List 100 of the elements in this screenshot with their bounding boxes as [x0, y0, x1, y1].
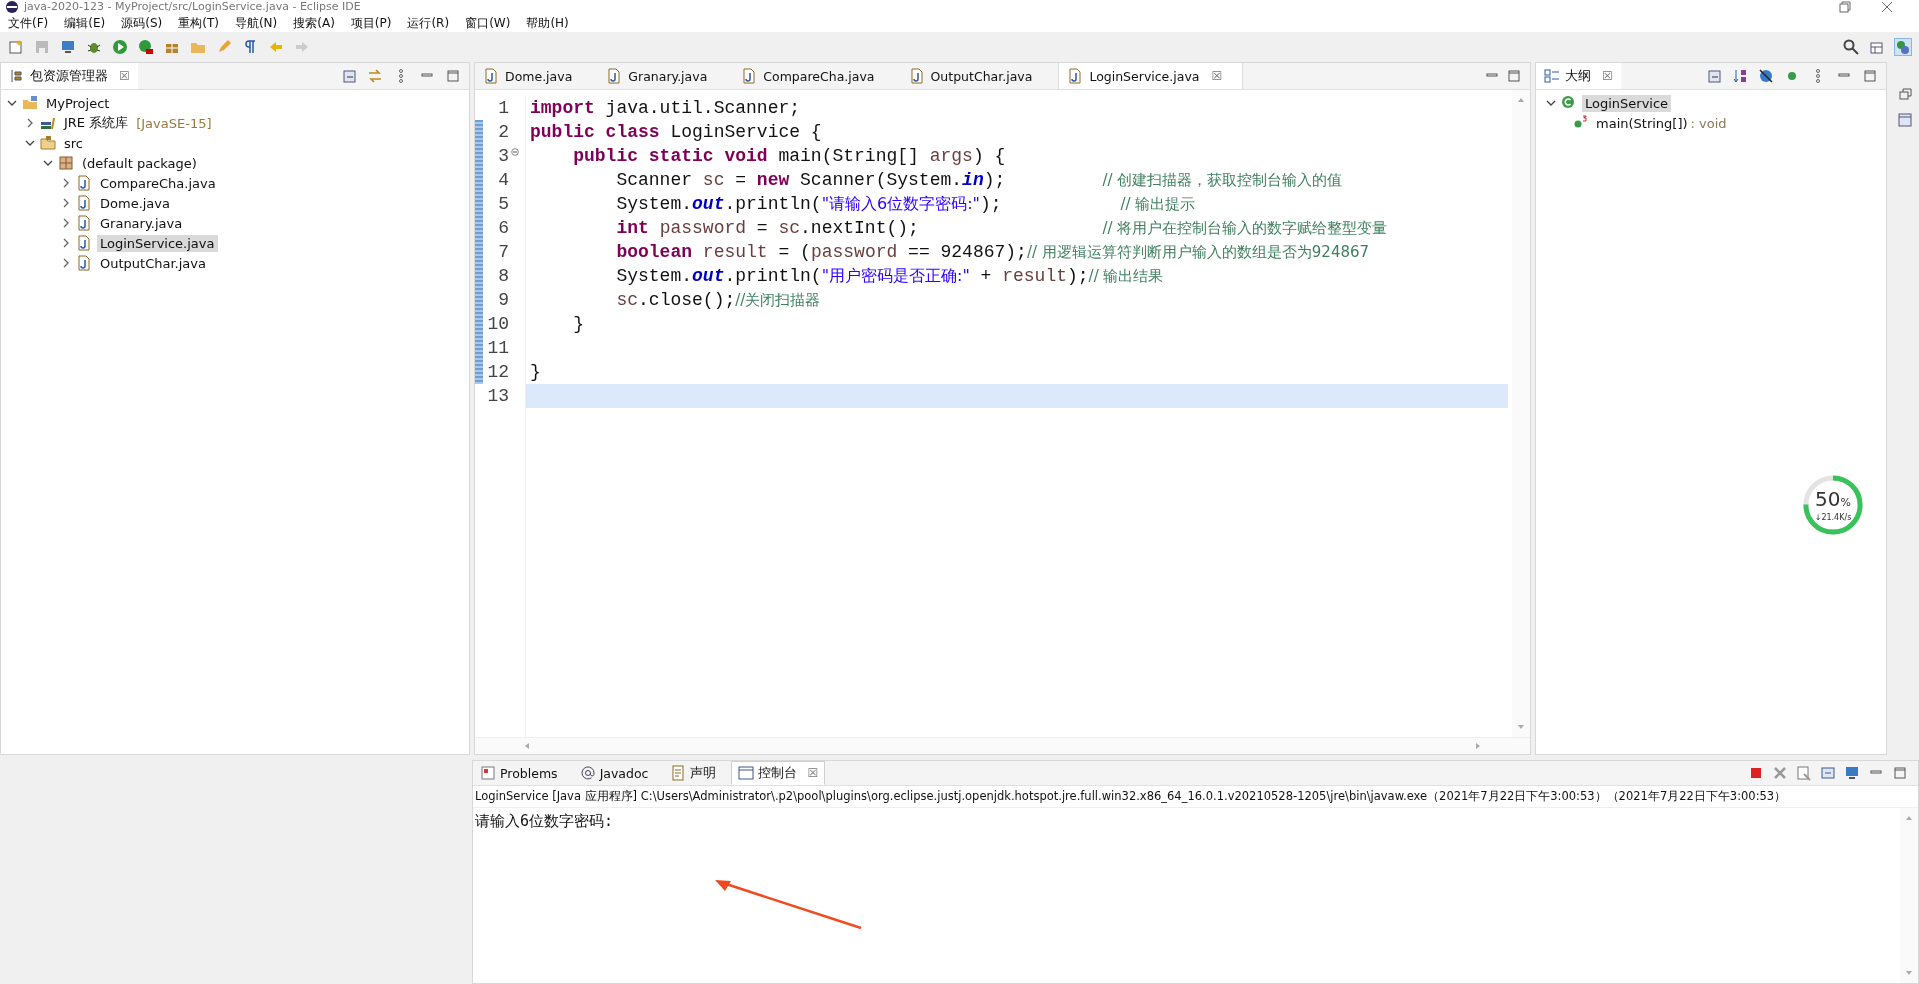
clear-console-icon[interactable]	[1796, 765, 1812, 781]
play-icon[interactable]	[112, 39, 128, 55]
chevron-right-icon[interactable]	[61, 178, 71, 188]
at-sign-icon	[579, 765, 596, 781]
menu-item[interactable]: 文件(F)	[8, 14, 49, 32]
java-file-icon	[606, 68, 623, 84]
fold-icon[interactable]	[511, 148, 519, 156]
filter-icon[interactable]	[1758, 68, 1774, 84]
chevron-right-icon[interactable]	[61, 198, 71, 208]
chevron-right-icon[interactable]	[25, 118, 35, 128]
collapse-all-icon[interactable]	[341, 68, 357, 84]
close-icon[interactable]	[1881, 1, 1893, 13]
close-button[interactable]: ☒	[1211, 69, 1223, 83]
tree-item[interactable]: Granary.java	[97, 214, 186, 232]
console-tab[interactable]: Problems	[473, 761, 565, 785]
outline-item[interactable]: main(String[])	[1593, 114, 1691, 132]
outline-item[interactable]: LoginService	[1582, 94, 1672, 112]
perspective-icon[interactable]	[1869, 39, 1885, 55]
maximize-icon[interactable]	[1862, 68, 1878, 84]
close-button[interactable]: ☒	[119, 69, 130, 83]
menu-item[interactable]: 窗口(W)	[465, 14, 511, 32]
tree-item[interactable]: MyProject	[43, 94, 113, 112]
scroll-up-icon[interactable]	[1905, 814, 1913, 822]
tree-item[interactable]: OutputChar.java	[97, 254, 209, 272]
scroll-right-icon[interactable]	[1474, 742, 1482, 750]
close-button[interactable]: ☒	[807, 766, 819, 780]
scroll-left-icon[interactable]	[523, 742, 531, 750]
remove-icon[interactable]	[1772, 765, 1788, 781]
console-description: LoginService [Java 应用程序] C:\Users\Administrator\.p2\pool\plugins\org.eclipse.justj.openjdk.hotspot.jre.full.win32.x86_64_16.0.1.v20210528-1205\jre\bin\javaw.exe（2021年7月22日下午3:00:53）（2021年7月22日下午3:00:53）	[473, 786, 1918, 808]
menu-item[interactable]: 搜索(A)	[293, 14, 335, 32]
tree-item[interactable]: JRE 系统库	[61, 113, 132, 133]
editor-tab[interactable]: Granary.java	[598, 63, 728, 89]
line-number: 8	[497, 266, 509, 286]
menu-item[interactable]: 导航(N)	[234, 14, 278, 32]
menu-item[interactable]: 帮助(H)	[526, 14, 569, 32]
monitor-icon[interactable]	[60, 39, 76, 55]
maximize-icon[interactable]	[1892, 765, 1908, 781]
search-icon[interactable]	[1843, 39, 1859, 55]
project-folder-icon	[22, 95, 38, 111]
editor-tab[interactable]: LoginService.java ☒	[1058, 63, 1244, 89]
link-icon[interactable]	[367, 68, 383, 84]
new-file-icon[interactable]	[8, 39, 24, 55]
maximize-icon[interactable]	[445, 68, 461, 84]
menu-item[interactable]: 重构(T)	[178, 14, 219, 32]
scroll-up-icon[interactable]	[1517, 96, 1525, 104]
pin-icon[interactable]	[1820, 765, 1836, 781]
menu-item[interactable]: 项目(P)	[350, 14, 392, 32]
tree-item[interactable]: LoginService.java	[97, 234, 218, 252]
console-tab[interactable]: 控制台 ☒	[731, 761, 826, 785]
panel-title: 大纲	[1565, 67, 1591, 85]
restore-icon[interactable]	[1839, 1, 1851, 13]
tree-item[interactable]: src	[61, 134, 86, 152]
editor-tab[interactable]: OutputChar.java	[900, 63, 1053, 89]
menu-item[interactable]: 编辑(E)	[64, 14, 106, 32]
line-number: 3	[497, 146, 509, 166]
chevron-down-icon[interactable]	[7, 98, 17, 108]
close-button[interactable]: ☒	[1602, 69, 1613, 83]
run-icon[interactable]	[138, 39, 154, 55]
line-number: 7	[497, 242, 509, 262]
java-file-icon	[76, 175, 92, 191]
code-line: sc.close();//关闭扫描器	[525, 288, 1508, 312]
maximize-icon[interactable]	[1506, 68, 1522, 84]
line-number: 12	[486, 362, 509, 382]
tree-item[interactable]: CompareCha.java	[97, 174, 219, 192]
java-perspective-icon[interactable]	[1895, 39, 1911, 55]
chevron-down-icon[interactable]	[25, 138, 35, 148]
restore-icon[interactable]	[1897, 86, 1913, 102]
chevron-down-icon[interactable]	[43, 158, 53, 168]
chevron-right-icon[interactable]	[61, 258, 71, 268]
editor-tab[interactable]: CompareCha.java	[733, 63, 895, 89]
pencil-icon[interactable]	[216, 39, 232, 55]
line-number: 4	[497, 170, 509, 190]
line-number: 13	[486, 386, 509, 406]
scroll-down-icon[interactable]	[1517, 723, 1525, 731]
chevron-right-icon[interactable]	[61, 218, 71, 228]
tree-item[interactable]: (default package)	[79, 154, 200, 172]
display-icon[interactable]	[1844, 765, 1860, 781]
class-icon	[1561, 95, 1577, 111]
console-tab[interactable]: Javadoc	[572, 761, 656, 785]
chevron-right-icon[interactable]	[61, 238, 71, 248]
line-number: 9	[497, 290, 509, 310]
package-icon	[58, 155, 74, 171]
menu-item[interactable]: 源码(S)	[121, 14, 163, 32]
percent-unit: %	[1840, 495, 1851, 509]
java-file-icon	[76, 235, 92, 251]
scroll-down-icon[interactable]	[1905, 969, 1913, 977]
chevron-down-icon[interactable]	[1546, 98, 1556, 108]
tree-item[interactable]: Dome.java	[97, 194, 173, 212]
console-tab[interactable]: 声明	[663, 761, 724, 785]
window-icon[interactable]	[1897, 112, 1913, 128]
percent-value: 50	[1815, 486, 1841, 511]
stop-icon[interactable]	[1748, 765, 1764, 781]
collapse-all-icon[interactable]	[1706, 68, 1722, 84]
menu-item[interactable]: 运行(R)	[407, 14, 450, 32]
outline-icon	[1544, 68, 1560, 84]
sort-icon[interactable]	[1732, 68, 1748, 84]
problems-icon	[480, 765, 496, 781]
editor-tab[interactable]: Dome.java	[475, 63, 593, 89]
pilcrow-icon[interactable]	[242, 39, 258, 55]
code-line: import java.util.Scanner;	[525, 96, 1508, 120]
